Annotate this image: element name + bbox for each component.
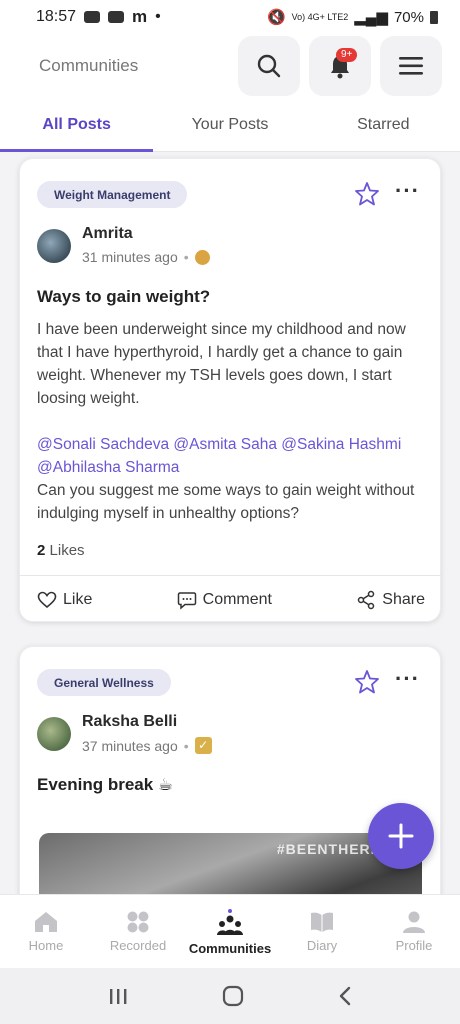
bottom-navigation: Home Recorded Communities Diary Profile (0, 894, 460, 968)
likes-count[interactable]: 2 Likes (37, 542, 85, 559)
category-chip[interactable]: General Wellness (37, 669, 171, 696)
plus-icon (388, 823, 414, 849)
notification-badge: 9+ (336, 48, 358, 62)
more-options-icon[interactable]: ··· (395, 668, 419, 691)
app-header: Communities 9+ (0, 34, 460, 98)
profile-icon (403, 911, 425, 933)
communities-icon (217, 915, 243, 935)
badge-icon (194, 249, 210, 265)
avatar[interactable] (37, 229, 71, 263)
status-app-icon-2 (108, 11, 125, 23)
check-icon: ✓ (194, 737, 212, 754)
diary-icon (311, 912, 333, 932)
tab-starred[interactable]: Starred (307, 98, 460, 151)
likes-number: 2 (37, 542, 46, 559)
post-meta: 37 minutes ago • ✓ (82, 737, 212, 754)
menu-button[interactable] (380, 36, 442, 96)
post-title: Ways to gain weight? (37, 287, 211, 306)
home-icon (35, 912, 57, 932)
author-name[interactable]: Raksha Belli (82, 713, 177, 731)
status-dot: • (155, 8, 161, 25)
nav-home-label: Home (28, 938, 64, 953)
status-m-icon: m (132, 7, 148, 26)
meta-separator: • (183, 249, 189, 265)
nav-recorded-label: Recorded (109, 938, 167, 953)
post-feed[interactable]: Weight Management ··· Amrita 31 minutes … (0, 152, 460, 894)
back-icon[interactable] (337, 985, 353, 1007)
star-icon[interactable] (354, 181, 380, 207)
nav-diary-label: Diary (306, 938, 338, 953)
mute-icon: 🔇 (266, 9, 286, 26)
share-label: Share (382, 590, 425, 608)
page-title: Communities (39, 56, 139, 75)
avatar[interactable] (37, 717, 71, 751)
post-time: 37 minutes ago (82, 737, 178, 754)
create-post-button[interactable] (368, 803, 434, 869)
system-navigation (0, 968, 460, 1024)
hamburger-icon (399, 57, 423, 75)
post-image[interactable]: #BEENTHERESEE (39, 833, 422, 894)
status-bar: 18:57 m • 🔇 Vo) 4G+ LTE2 ▂▄▆ 70% (0, 0, 460, 34)
tab-your-posts[interactable]: Your Posts (153, 98, 306, 151)
more-options-icon[interactable]: ··· (395, 180, 419, 203)
battery-icon (430, 10, 438, 24)
notifications-button[interactable]: 9+ (309, 36, 371, 96)
share-button[interactable]: Share (356, 590, 425, 610)
star-icon[interactable] (354, 669, 380, 695)
nav-profile-label: Profile (395, 938, 433, 953)
post-mentions[interactable]: @Sonali Sachdeva @Asmita Saha @Sakina Ha… (37, 433, 432, 479)
post-card[interactable]: Weight Management ··· Amrita 31 minutes … (19, 158, 442, 623)
search-button[interactable] (238, 36, 300, 96)
post-body-text-2: Can you suggest me some ways to gain wei… (37, 482, 415, 522)
like-label: Like (63, 590, 93, 608)
status-time: 18:57 (36, 8, 77, 25)
recorded-icon (127, 911, 149, 933)
category-chip[interactable]: Weight Management (37, 181, 188, 208)
comment-button[interactable]: Comment (177, 590, 272, 610)
nav-home[interactable]: Home (0, 895, 92, 968)
status-left: 18:57 m • (36, 7, 161, 27)
network-label: Vo) 4G+ LTE2 (291, 11, 349, 22)
post-title: Evening break ☕ (37, 775, 174, 794)
post-meta: 31 minutes ago • (82, 249, 210, 265)
nav-recorded[interactable]: Recorded (92, 895, 184, 968)
nav-diary[interactable]: Diary (276, 895, 368, 968)
author-name[interactable]: Amrita (82, 225, 133, 243)
likes-label: Likes (49, 542, 85, 559)
meta-separator: • (183, 737, 189, 754)
post-actions: Like Comment Share (20, 575, 442, 623)
post-body: I have been underweight since my childho… (37, 318, 432, 525)
battery-percent: 70% (393, 8, 424, 26)
nav-communities[interactable]: Communities (184, 895, 276, 968)
nav-profile[interactable]: Profile (368, 895, 460, 968)
comment-label: Comment (202, 590, 272, 608)
comment-icon (177, 591, 196, 610)
share-icon (358, 590, 375, 609)
signal-icon: ▂▄▆ (354, 9, 388, 26)
recent-apps-icon[interactable] (107, 986, 129, 1006)
status-app-icon (84, 11, 101, 23)
home-button-icon[interactable] (222, 985, 244, 1007)
like-button[interactable]: Like (37, 591, 92, 609)
nav-communities-label: Communities (188, 941, 272, 956)
post-time: 31 minutes ago (82, 249, 178, 265)
tab-all-posts[interactable]: All Posts (0, 98, 154, 152)
tab-bar: All Posts Your Posts Starred (0, 98, 460, 152)
status-right: 🔇 Vo) 4G+ LTE2 ▂▄▆ 70% (267, 8, 438, 26)
heart-icon (37, 591, 57, 608)
post-body-text: I have been underweight since my childho… (37, 321, 406, 407)
search-icon (257, 54, 281, 78)
